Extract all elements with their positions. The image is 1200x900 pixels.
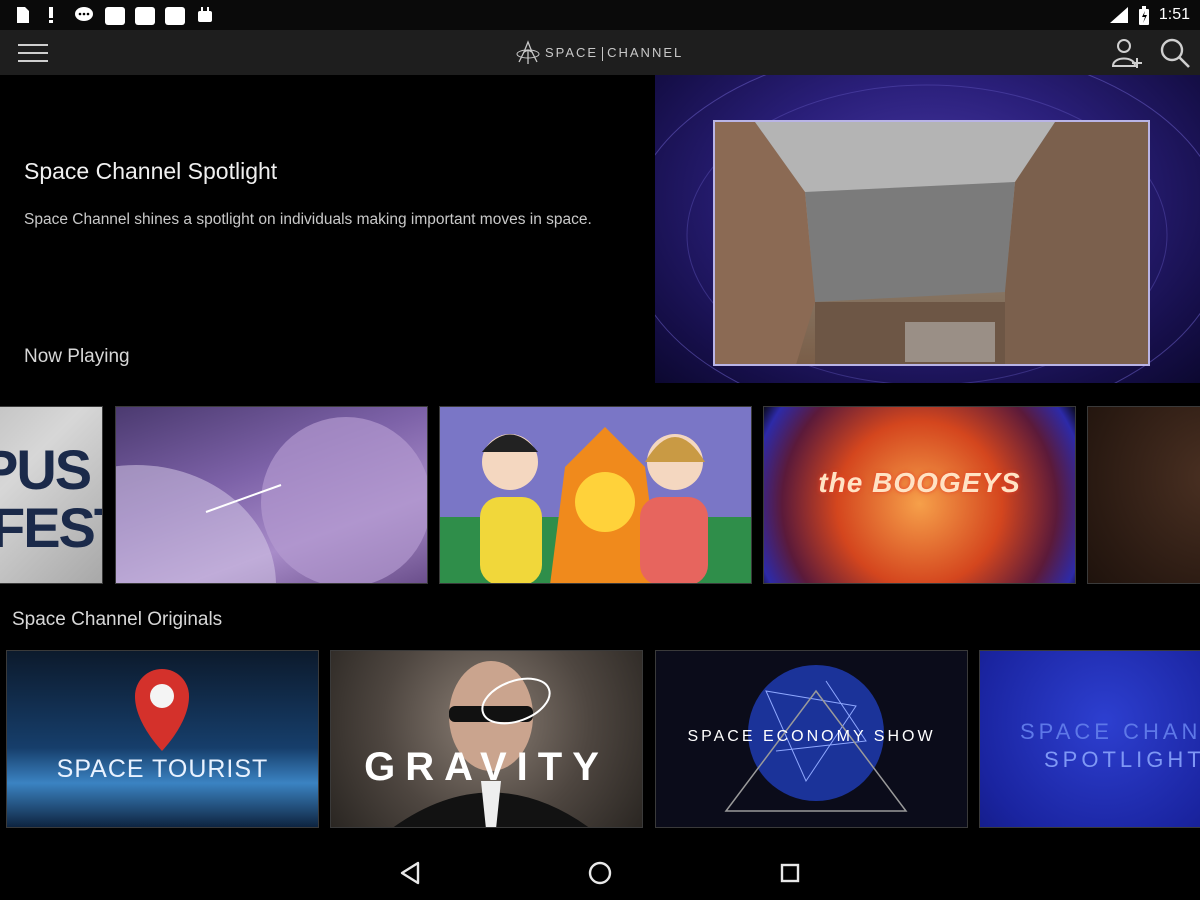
file-notification-icon bbox=[17, 7, 29, 23]
now-playing-tile[interactable]: the BOOGEYS bbox=[763, 406, 1076, 584]
tile-title-line1: SPACE CHANNEL bbox=[1020, 719, 1200, 744]
space-channel-logo: SPACE CHANNEL bbox=[515, 36, 683, 70]
original-tile[interactable]: SPACE CHANNEL SPOTLIGHT bbox=[979, 650, 1200, 828]
add-user-button[interactable] bbox=[1108, 34, 1146, 72]
status-bar: 1:51 bbox=[0, 0, 1200, 30]
now-playing-tile[interactable] bbox=[439, 406, 752, 584]
original-tile[interactable]: GRAVITY bbox=[330, 650, 643, 828]
hero-video-frame bbox=[713, 120, 1150, 366]
clock: 1:51 bbox=[1158, 6, 1190, 23]
tile-title: SPACE TOURIST bbox=[56, 755, 269, 783]
app-notification-icon bbox=[165, 7, 185, 25]
location-pin-icon bbox=[135, 669, 189, 751]
now-playing-tile[interactable] bbox=[1087, 406, 1200, 584]
man-in-sunglasses-image bbox=[393, 661, 589, 827]
logo-text-space: SPACE bbox=[545, 45, 599, 61]
tile-title: GRAVITY bbox=[364, 745, 609, 789]
recents-square-icon bbox=[780, 863, 800, 883]
logo-text-channel: CHANNEL bbox=[607, 45, 684, 61]
add-user-icon bbox=[1111, 39, 1142, 68]
now-playing-tile[interactable] bbox=[115, 406, 428, 584]
home-circle-icon bbox=[588, 861, 612, 885]
logo-divider bbox=[602, 46, 604, 61]
recents-button[interactable] bbox=[774, 857, 806, 889]
home-button[interactable] bbox=[584, 857, 616, 889]
battery-icon bbox=[1139, 6, 1149, 25]
original-tile[interactable]: SPACE TOURIST bbox=[6, 650, 319, 828]
spotlight-hero-image[interactable] bbox=[655, 75, 1200, 383]
back-triangle-icon bbox=[400, 861, 420, 885]
originals-title: Space Channel Originals bbox=[12, 609, 223, 630]
app-bar: SPACE CHANNEL bbox=[0, 30, 1200, 75]
spotlight-title: Space Channel Spotlight bbox=[24, 158, 278, 184]
chat-icon bbox=[75, 7, 93, 21]
tile-title-line2: SPOTLIGHT bbox=[1044, 747, 1200, 772]
originals-row: SPACE TOURIST GRAVITY SPACE ECONOMY SHOW… bbox=[0, 650, 1200, 828]
cartoon-image bbox=[440, 427, 751, 583]
planet-image bbox=[116, 417, 427, 583]
alert-icon bbox=[49, 7, 53, 23]
tile-title-line1: PUS bbox=[0, 438, 92, 501]
app-notification-icon bbox=[105, 7, 125, 25]
search-button[interactable] bbox=[1156, 34, 1194, 72]
app-notification-icon bbox=[135, 7, 155, 25]
rocket-logo-icon bbox=[516, 40, 540, 64]
tile-title: SPACE ECONOMY SHOW bbox=[687, 728, 936, 745]
menu-icon bbox=[16, 44, 50, 62]
building-photo bbox=[715, 122, 1148, 364]
now-playing-title: Now Playing bbox=[24, 346, 130, 367]
search-icon bbox=[1160, 38, 1190, 68]
signal-icon bbox=[1110, 7, 1128, 23]
navigation-bar bbox=[0, 845, 1200, 900]
spotlight-description: Space Channel shines a spotlight on indi… bbox=[24, 211, 592, 228]
original-tile[interactable]: SPACE ECONOMY SHOW bbox=[655, 650, 968, 828]
android-icon bbox=[198, 7, 212, 22]
now-playing-row: PUS FEST the BOOGEYS bbox=[0, 406, 1200, 584]
tile-title-line2: FEST bbox=[0, 496, 102, 559]
now-playing-tile[interactable]: PUS FEST bbox=[0, 406, 103, 584]
tile-title: the BOOGEYS bbox=[818, 467, 1021, 498]
menu-button[interactable] bbox=[16, 38, 50, 68]
back-button[interactable] bbox=[394, 857, 426, 889]
